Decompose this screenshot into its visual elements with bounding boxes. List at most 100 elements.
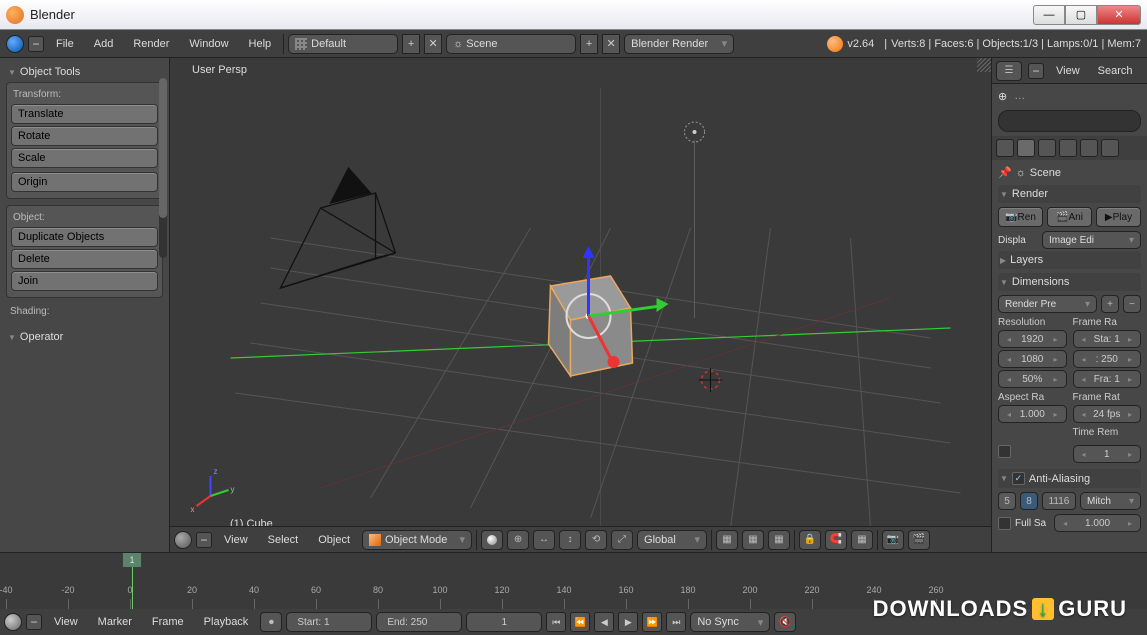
scale-manipulator[interactable]: ⤢	[611, 530, 633, 550]
origin-button[interactable]: Origin	[11, 172, 158, 192]
viewport-shading-button[interactable]	[481, 530, 503, 550]
dimensions-panel-header[interactable]: Dimensions	[998, 273, 1141, 291]
translate-manipulator[interactable]: ↕	[559, 530, 581, 550]
tl-view-menu[interactable]: View	[46, 613, 86, 631]
timeline-editor-icon[interactable]	[4, 613, 22, 631]
snap-button[interactable]: 🧲	[825, 530, 847, 550]
current-frame-field[interactable]: 1	[466, 612, 542, 632]
translate-button[interactable]: Translate	[11, 104, 158, 124]
collapse-menus-button[interactable]: −	[28, 36, 44, 52]
fps-field[interactable]: 24 fps	[1073, 405, 1142, 423]
keyframe-next-button[interactable]: ⏩	[642, 612, 662, 632]
pin-icon[interactable]: 📌	[998, 166, 1012, 179]
select-menu[interactable]: Select	[260, 531, 307, 549]
menu-help[interactable]: Help	[241, 35, 280, 53]
resolution-x-field[interactable]: 1920	[998, 330, 1067, 348]
menu-file[interactable]: File	[48, 35, 82, 53]
tl-marker-menu[interactable]: Marker	[90, 613, 140, 631]
start-frame-field[interactable]: Start: 1	[286, 612, 372, 632]
aa-filter-selector[interactable]: Mitch▾	[1080, 492, 1141, 510]
tl-playback-menu[interactable]: Playback	[196, 613, 257, 631]
outliner-editor-icon[interactable]: ☰	[996, 61, 1022, 81]
layers-panel-header[interactable]: Layers	[998, 251, 1141, 269]
outliner-tree-row[interactable]: ⊕ …	[992, 84, 1147, 108]
render-image-button[interactable]: 📷Ren	[998, 207, 1043, 227]
3d-viewport[interactable]: User Persp	[170, 58, 991, 552]
add-layout-button[interactable]: +	[402, 34, 420, 54]
antialiasing-panel-header[interactable]: ✓ Anti-Aliasing	[998, 469, 1141, 488]
scale-button[interactable]: Scale	[11, 148, 158, 168]
render-preset-selector[interactable]: Render Pre▾	[998, 295, 1097, 313]
menu-add[interactable]: Add	[86, 35, 122, 53]
border-checkbox[interactable]	[998, 445, 1011, 458]
filter-size-field[interactable]: 1.000	[1054, 514, 1141, 532]
auto-keyframe-button[interactable]: ⏺	[260, 612, 282, 632]
rotate-button[interactable]: Rotate	[11, 126, 158, 146]
manipulator-toggle[interactable]: ↔	[533, 530, 555, 550]
object-menu[interactable]: Object	[310, 531, 358, 549]
tab-constraints[interactable]	[1080, 139, 1098, 157]
collapse-timeline-menus[interactable]: −	[26, 614, 42, 630]
menu-window[interactable]: Window	[181, 35, 236, 53]
play-reverse-button[interactable]: ◀	[594, 612, 614, 632]
tool-shelf-scrollbar[interactable]	[159, 78, 167, 258]
aa-samples-8[interactable]: 8	[1020, 492, 1038, 510]
add-scene-button[interactable]: +	[580, 34, 598, 54]
scene-selector[interactable]: ☼ Scene	[446, 34, 576, 54]
transform-orientation[interactable]: Global▾	[637, 530, 707, 550]
tab-render[interactable]	[996, 139, 1014, 157]
audio-mute-button[interactable]: 🔇	[774, 612, 796, 632]
resolution-percent-field[interactable]: 50%	[998, 370, 1067, 388]
collapse-view-menus[interactable]: −	[196, 532, 212, 548]
screen-layout-selector[interactable]: Default	[288, 34, 398, 54]
lock-camera-button[interactable]: 🔒	[799, 530, 821, 550]
tab-scene[interactable]	[1017, 139, 1035, 157]
mode-selector[interactable]: Object Mode ▾	[362, 530, 472, 550]
rotate-manipulator[interactable]: ⟲	[585, 530, 607, 550]
outliner-filter-input[interactable]	[998, 110, 1141, 132]
outliner-search-menu[interactable]: Search	[1092, 63, 1139, 79]
object-tools-header[interactable]: Object Tools	[6, 62, 163, 82]
tl-frame-menu[interactable]: Frame	[144, 613, 192, 631]
keyframe-prev-button[interactable]: ⏪	[570, 612, 590, 632]
frame-start-field[interactable]: Sta: 1	[1073, 330, 1142, 348]
viewport-canvas[interactable]: z y x	[170, 58, 991, 552]
pivot-point-button[interactable]: ⊕	[507, 530, 529, 550]
collapse-outliner-menus[interactable]: −	[1028, 63, 1044, 79]
outliner-view-menu[interactable]: View	[1050, 63, 1086, 79]
render-engine-selector[interactable]: Blender Render ▾	[624, 34, 734, 54]
frame-end-field[interactable]: : 250	[1073, 350, 1142, 368]
add-preset-button[interactable]: +	[1101, 295, 1119, 313]
tab-world[interactable]	[1038, 139, 1056, 157]
tab-object[interactable]	[1059, 139, 1077, 157]
frame-step-field[interactable]: Fra: 1	[1073, 370, 1142, 388]
display-mode-selector[interactable]: Image Edi▾	[1042, 231, 1141, 249]
sync-mode-selector[interactable]: No Sync▾	[690, 612, 770, 632]
fullsample-checkbox[interactable]	[998, 517, 1011, 530]
editor-type-3dview-icon[interactable]	[174, 531, 192, 549]
jump-start-button[interactable]: ⏮	[546, 612, 566, 632]
render-preview-button[interactable]: 📷	[882, 530, 904, 550]
play-render-button[interactable]: ▶Play	[1096, 207, 1141, 227]
render-anim-button[interactable]: 🎬	[908, 530, 930, 550]
remove-preset-button[interactable]: −	[1123, 295, 1141, 313]
window-maximize-button[interactable]: ▢	[1065, 5, 1097, 25]
jump-end-button[interactable]: ⏭	[666, 612, 686, 632]
layers-button-1[interactable]: ▦	[716, 530, 738, 550]
aa-samples-1116[interactable]: 1116	[1042, 492, 1076, 510]
aspect-x-field[interactable]: 1.000	[998, 405, 1067, 423]
remove-scene-button[interactable]: ✕	[602, 34, 620, 54]
operator-header[interactable]: Operator	[6, 327, 163, 347]
render-panel-header[interactable]: Render	[998, 185, 1141, 203]
view-menu[interactable]: View	[216, 531, 256, 549]
window-minimize-button[interactable]: —	[1033, 5, 1065, 25]
aa-samples-5[interactable]: 5	[998, 492, 1016, 510]
layers-button-3[interactable]: ▦	[768, 530, 790, 550]
window-close-button[interactable]: ✕	[1097, 5, 1141, 25]
menu-render[interactable]: Render	[125, 35, 177, 53]
remove-layout-button[interactable]: ✕	[424, 34, 442, 54]
play-button[interactable]: ▶	[618, 612, 638, 632]
duplicate-button[interactable]: Duplicate Objects	[11, 227, 158, 247]
aa-enable-checkbox[interactable]: ✓	[1012, 472, 1025, 485]
editor-type-icon[interactable]	[6, 35, 24, 53]
